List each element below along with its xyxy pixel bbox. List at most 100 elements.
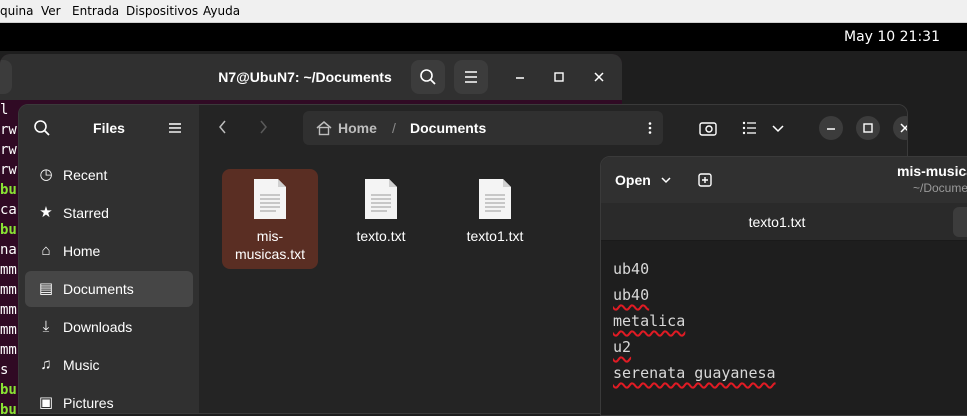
hamburger-icon	[465, 71, 477, 83]
terminal-line: l	[0, 102, 9, 118]
list-view-icon[interactable]	[739, 117, 761, 139]
terminal-line: bu	[0, 182, 17, 198]
path-bar[interactable]: Home / Documents	[303, 111, 663, 145]
open-button-label: Open	[615, 172, 651, 188]
sidebar-item-recent[interactable]: ◷ Recent	[25, 157, 193, 193]
terminal-minimize-button[interactable]	[508, 65, 532, 89]
terminal-line: mm	[0, 262, 17, 278]
close-icon	[594, 72, 604, 82]
terminal-line: rw	[0, 142, 17, 158]
sidebar-item-pictures[interactable]: ▣ Pictures	[25, 385, 193, 413]
editor-tab-bar: texto1.txt	[601, 203, 967, 241]
vm-menu-help[interactable]: Ayuda	[203, 0, 240, 23]
file-item-texto1[interactable]: texto1.txt	[447, 169, 543, 269]
terminal-line: s	[0, 362, 9, 378]
close-icon	[900, 123, 907, 133]
terminal-close-button[interactable]	[587, 65, 611, 89]
terminal-line: bu	[0, 382, 17, 398]
home-icon: ⌂	[41, 242, 51, 259]
chevron-down-icon[interactable]	[769, 117, 787, 139]
terminal-line: rw	[0, 122, 17, 138]
hamburger-icon[interactable]	[165, 118, 185, 138]
sidebar-item-label: Pictures	[63, 395, 114, 411]
ubuntu-top-bar: May 10 21:31	[0, 23, 967, 51]
editor-title: mis-musicas	[897, 163, 967, 179]
terminal-line: mm	[0, 322, 17, 338]
editor-subtitle: ~/Docume	[913, 181, 967, 195]
editor-line: u2	[613, 338, 632, 356]
files-minimize-button[interactable]	[819, 116, 843, 140]
open-button[interactable]: Open	[607, 164, 677, 196]
editor-line: ub40	[613, 286, 650, 304]
forward-icon[interactable]	[253, 117, 273, 137]
sidebar-item-label: Music	[63, 357, 100, 373]
vm-menu-machine[interactable]: quina	[0, 0, 34, 23]
editor-line: ub40	[613, 260, 650, 278]
maximize-icon	[863, 123, 873, 133]
tab-overflow-button[interactable]	[953, 207, 967, 237]
back-icon[interactable]	[213, 117, 233, 137]
file-item-texto[interactable]: texto.txt	[333, 169, 429, 269]
files-close-button[interactable]	[893, 116, 907, 140]
clock-icon: ◷	[39, 166, 53, 183]
editor-header-bar: Open mis-musicas ~/Docume	[601, 157, 967, 203]
document-icon: ▤	[38, 280, 54, 297]
vm-menu-input[interactable]: Entrada	[72, 0, 119, 23]
sidebar-item-label: Recent	[63, 167, 108, 183]
editor-text-area[interactable]: ub40 ub40 metalica u2 serenata guayanesa	[601, 241, 967, 415]
terminal-line: ca	[0, 202, 17, 218]
path-segment-documents[interactable]: Documents	[410, 111, 486, 145]
sidebar-item-downloads[interactable]: ⤓ Downloads	[25, 309, 193, 345]
terminal-line: mm	[0, 342, 17, 358]
tab-texto1[interactable]: texto1.txt	[601, 203, 953, 241]
editor-line: serenata guayanesa	[613, 364, 776, 382]
text-editor-window[interactable]: Open mis-musicas ~/Docume texto1.txt ub4…	[600, 156, 967, 416]
terminal-line: bu	[0, 402, 17, 414]
sidebar-item-label: Downloads	[63, 319, 133, 335]
file-item-mis-musicas[interactable]: mis-musicas.txt	[222, 169, 318, 269]
path-separator: /	[392, 120, 396, 136]
search-folder-icon[interactable]	[697, 117, 721, 139]
maximize-icon	[554, 72, 564, 82]
minimize-icon	[516, 77, 524, 79]
clock[interactable]: May 10 21:31	[844, 23, 940, 51]
search-icon	[420, 69, 436, 85]
terminal-new-tab-button[interactable]	[0, 60, 12, 94]
chevron-down-icon	[661, 177, 671, 184]
terminal-line: mm	[0, 302, 17, 318]
sidebar-item-label: Documents	[63, 281, 134, 297]
terminal-menu-button[interactable]	[454, 60, 488, 94]
download-icon: ⤓	[42, 318, 50, 335]
terminal-line: rw	[0, 162, 17, 178]
files-maximize-button[interactable]	[856, 116, 880, 140]
home-icon	[316, 121, 332, 136]
vm-menu-devices[interactable]: Dispositivos	[126, 0, 198, 23]
text-file-icon	[479, 179, 511, 219]
terminal-line: bu	[0, 222, 17, 238]
file-name: texto1.txt	[466, 228, 524, 244]
sidebar-item-label: Starred	[63, 205, 109, 221]
terminal-search-button[interactable]	[411, 60, 445, 94]
music-icon: ♫	[40, 356, 52, 373]
sidebar-item-music[interactable]: ♫ Music	[25, 347, 193, 383]
star-icon: ★	[39, 204, 53, 221]
text-file-icon	[365, 179, 397, 219]
minimize-icon	[827, 128, 835, 130]
terminal-line: mm	[0, 282, 17, 298]
files-sidebar: Files ◷ Recent ★ Starred ⌂ Home ▤ Docume…	[19, 105, 199, 413]
vm-menu-view[interactable]: Ver	[41, 0, 61, 23]
sidebar-item-label: Home	[63, 243, 101, 259]
file-name: mis-musicas.txt	[234, 228, 305, 262]
terminal-title: N7@UbuN7: ~/Documents	[218, 69, 392, 85]
new-tab-icon[interactable]	[696, 171, 714, 189]
sidebar-item-starred[interactable]: ★ Starred	[25, 195, 193, 231]
pictures-icon: ▣	[38, 394, 54, 411]
sidebar-item-home[interactable]: ⌂ Home	[25, 233, 193, 269]
path-segment-home[interactable]: Home	[338, 111, 377, 145]
more-options-icon[interactable]	[641, 119, 659, 137]
terminal-header-bar: N7@UbuN7: ~/Documents	[0, 54, 622, 100]
editor-line: metalica	[613, 312, 686, 330]
terminal-maximize-button[interactable]	[547, 65, 571, 89]
file-name: texto.txt	[356, 228, 406, 244]
sidebar-item-documents[interactable]: ▤ Documents	[25, 271, 193, 307]
